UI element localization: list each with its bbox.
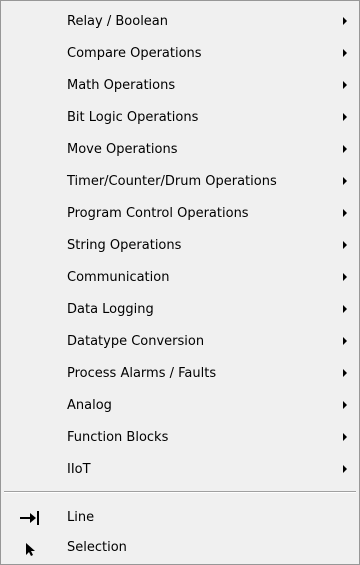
menu-item-function-blocks[interactable]: Function Blocks <box>4 422 356 454</box>
menu-separator <box>4 491 356 493</box>
menu-item-label: Program Control Operations <box>67 206 249 221</box>
menu-item-analog[interactable]: Analog <box>4 390 356 422</box>
menu-item-label: IIoT <box>67 462 91 477</box>
menu-item-datatype-conversion[interactable]: Datatype Conversion <box>4 326 356 358</box>
submenu-arrow-icon <box>343 177 347 185</box>
menu-item-label: Compare Operations <box>67 46 202 61</box>
submenu-arrow-icon <box>343 241 347 249</box>
menu-item-label: Line <box>67 510 95 525</box>
menu-item-relay-boolean[interactable]: Relay / Boolean <box>4 6 356 38</box>
menu-item-bit-logic-operations[interactable]: Bit Logic Operations <box>4 102 356 134</box>
menu-item-data-logging[interactable]: Data Logging <box>4 294 356 326</box>
submenu-arrow-icon <box>343 337 347 345</box>
submenu-arrow-icon <box>343 465 347 473</box>
menu-item-label: Relay / Boolean <box>67 14 169 29</box>
line-tool-icon <box>18 508 42 528</box>
context-menu: Relay / Boolean Compare Operations Math … <box>0 0 360 565</box>
menu-item-math-operations[interactable]: Math Operations <box>4 70 356 102</box>
menu-item-string-operations[interactable]: String Operations <box>4 230 356 262</box>
menu-item-label: String Operations <box>67 238 182 253</box>
menu-item-label: Function Blocks <box>67 430 169 445</box>
submenu-arrow-icon <box>343 49 347 57</box>
submenu-arrow-icon <box>343 305 347 313</box>
submenu-arrow-icon <box>343 145 347 153</box>
selection-cursor-icon <box>18 538 42 558</box>
submenu-arrow-icon <box>343 113 347 121</box>
submenu-arrow-icon <box>343 433 347 441</box>
menu-item-move-operations[interactable]: Move Operations <box>4 134 356 166</box>
menu-item-program-control-operations[interactable]: Program Control Operations <box>4 198 356 230</box>
submenu-arrow-icon <box>343 369 347 377</box>
menu-item-label: Bit Logic Operations <box>67 110 199 125</box>
menu-item-selection[interactable]: Selection <box>4 532 356 564</box>
submenu-arrow-icon <box>343 17 347 25</box>
menu-item-iiot[interactable]: IIoT <box>4 454 356 486</box>
menu-item-label: Analog <box>67 398 112 413</box>
menu-item-label: Process Alarms / Faults <box>67 366 217 381</box>
submenu-arrow-icon <box>343 401 347 409</box>
menu-item-timer-counter-drum-operations[interactable]: Timer/Counter/Drum Operations <box>4 166 356 198</box>
menu-item-compare-operations[interactable]: Compare Operations <box>4 38 356 70</box>
menu-item-line[interactable]: Line <box>4 502 356 534</box>
menu-item-label: Move Operations <box>67 142 178 157</box>
menu-item-communication[interactable]: Communication <box>4 262 356 294</box>
submenu-arrow-icon <box>343 81 347 89</box>
menu-item-label: Data Logging <box>67 302 154 317</box>
submenu-arrow-icon <box>343 209 347 217</box>
menu-item-label: Communication <box>67 270 170 285</box>
menu-item-process-alarms-faults[interactable]: Process Alarms / Faults <box>4 358 356 390</box>
submenu-arrow-icon <box>343 273 347 281</box>
menu-item-label: Datatype Conversion <box>67 334 205 349</box>
menu-item-label: Timer/Counter/Drum Operations <box>67 174 277 189</box>
menu-item-label: Math Operations <box>67 78 176 93</box>
menu-item-label: Selection <box>67 540 127 555</box>
